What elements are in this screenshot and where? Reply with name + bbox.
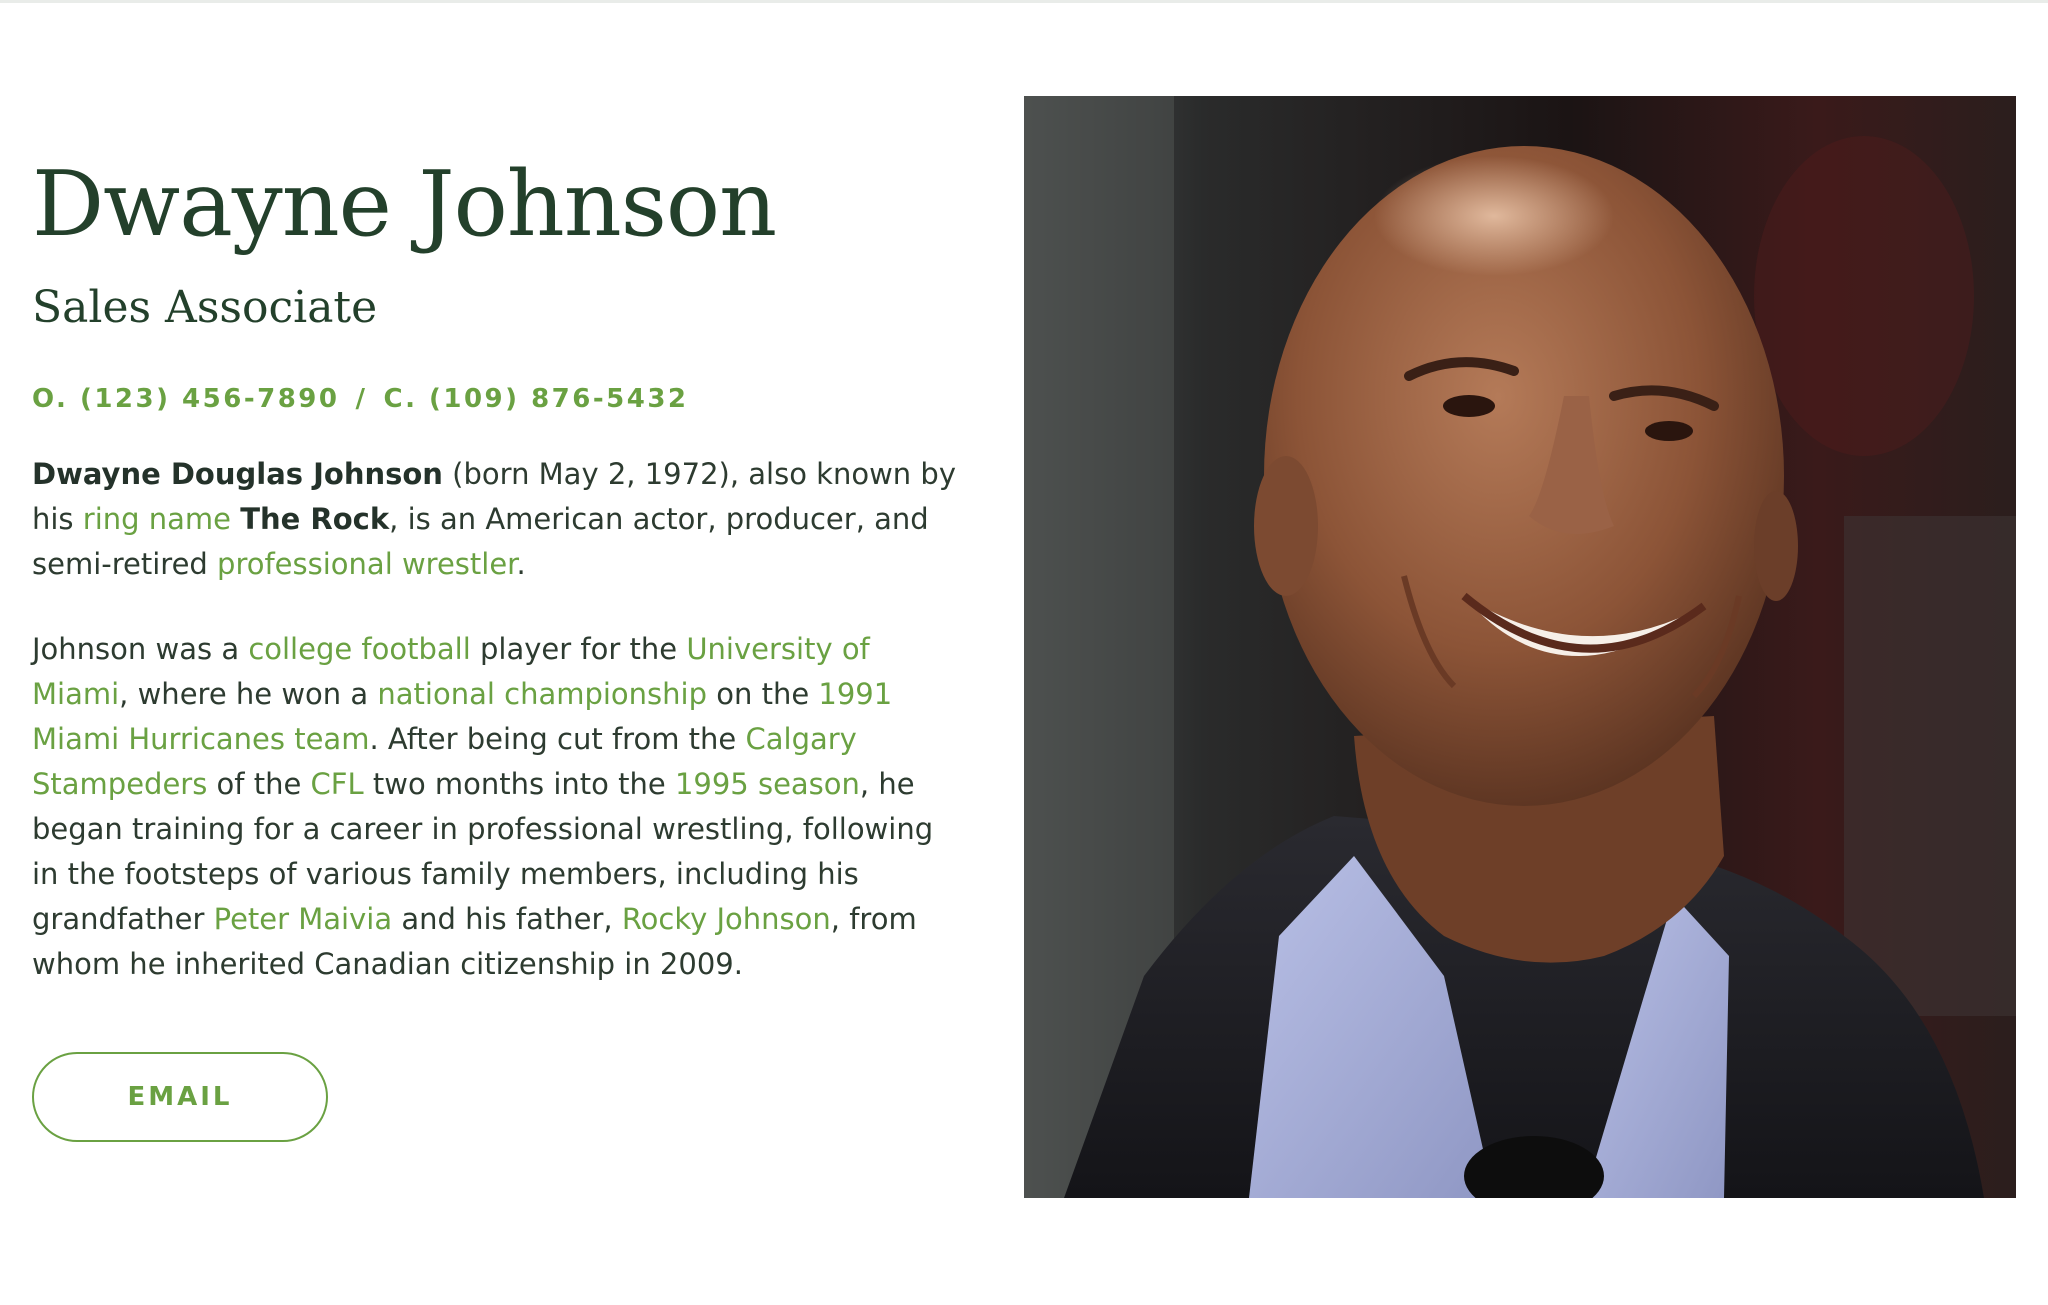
link-rocky-johnson[interactable]: Rocky Johnson [622,902,831,936]
bio-text [231,502,240,536]
link-peter-maivia[interactable]: Peter Maivia [214,902,393,936]
phone-numbers: O. (123) 456-7890 / C. (109) 876-5432 [32,384,689,414]
link-1995-season[interactable]: 1995 season [675,767,860,801]
link-cfl[interactable]: CFL [311,767,364,801]
top-divider [0,0,2048,3]
profile-title: Sales Associate [32,282,378,333]
bio-text: Johnson was a [32,632,249,666]
bio-paragraph-1: Dwayne Douglas Johnson (born May 2, 1972… [32,452,962,587]
bio-text: and his father, [392,902,622,936]
profile-bio: Dwayne Douglas Johnson (born May 2, 1972… [32,452,962,987]
bio-text: , where he won a [119,677,378,711]
bio-text: . After being cut from the [369,722,746,756]
portrait-illustration [1024,96,2016,1198]
link-college-football[interactable]: college football [248,632,470,666]
profile-name: Dwayne Johnson [32,152,777,257]
bio-text: of the [207,767,311,801]
bio-text: two months into the [363,767,675,801]
bio-text: . [516,547,526,581]
office-phone-link[interactable]: O. (123) 456-7890 [32,384,339,414]
bio-text: on the [707,677,819,711]
bio-the-rock: The Rock [240,502,390,536]
bio-paragraph-2: Johnson was a college football player fo… [32,627,962,987]
link-professional-wrestler[interactable]: professional wrestler [217,547,516,581]
email-button[interactable]: EMAIL [32,1052,328,1142]
bio-text: player for the [470,632,687,666]
profile-photo [1024,96,2016,1198]
bio-full-name: Dwayne Douglas Johnson [32,457,443,491]
cell-phone-link[interactable]: C. (109) 876-5432 [383,384,688,414]
link-ring-name[interactable]: ring name [83,502,231,536]
phone-separator: / [355,384,368,414]
link-national-championship[interactable]: national championship [377,677,707,711]
